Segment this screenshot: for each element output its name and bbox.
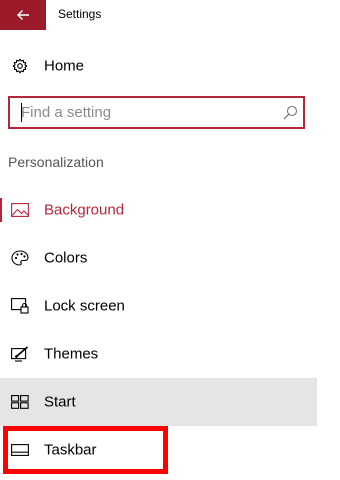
- palette-icon: [10, 248, 30, 268]
- back-arrow-icon: [17, 10, 29, 20]
- search-box[interactable]: [8, 96, 305, 129]
- section-header: Personalization: [8, 154, 104, 170]
- sidebar-item-label: Background: [44, 201, 125, 219]
- sidebar-item-start[interactable]: Start: [0, 378, 317, 426]
- sidebar-item-colors[interactable]: Colors: [0, 234, 317, 282]
- search-input[interactable]: [10, 98, 272, 127]
- sidebar-item-taskbar[interactable]: Taskbar: [0, 426, 317, 474]
- start-icon: [10, 392, 30, 412]
- title-bar: Settings: [0, 0, 340, 30]
- sidebar-item-themes[interactable]: Themes: [0, 330, 317, 378]
- taskbar-icon: [10, 440, 30, 460]
- home-nav-item[interactable]: Home: [0, 42, 317, 90]
- gear-icon: [10, 56, 30, 76]
- lock-screen-icon: [10, 296, 30, 316]
- sidebar-item-label: Start: [44, 393, 76, 411]
- home-label: Home: [44, 57, 85, 75]
- sidebar-item-label: Colors: [44, 249, 88, 267]
- back-button[interactable]: [0, 0, 46, 30]
- themes-icon: [10, 344, 30, 364]
- sidebar-item-label: Lock screen: [44, 297, 125, 315]
- text-caret: [21, 103, 22, 122]
- sidebar-item-lock-screen[interactable]: Lock screen: [0, 282, 317, 330]
- sidebar-item-label: Themes: [44, 345, 99, 363]
- sidebar-item-background[interactable]: Background: [0, 186, 317, 234]
- picture-icon: [10, 200, 30, 220]
- sidebar-item-label: Taskbar: [44, 441, 97, 459]
- search-icon[interactable]: [282, 104, 299, 121]
- app-title: Settings: [58, 7, 102, 21]
- selection-indicator: [0, 198, 2, 222]
